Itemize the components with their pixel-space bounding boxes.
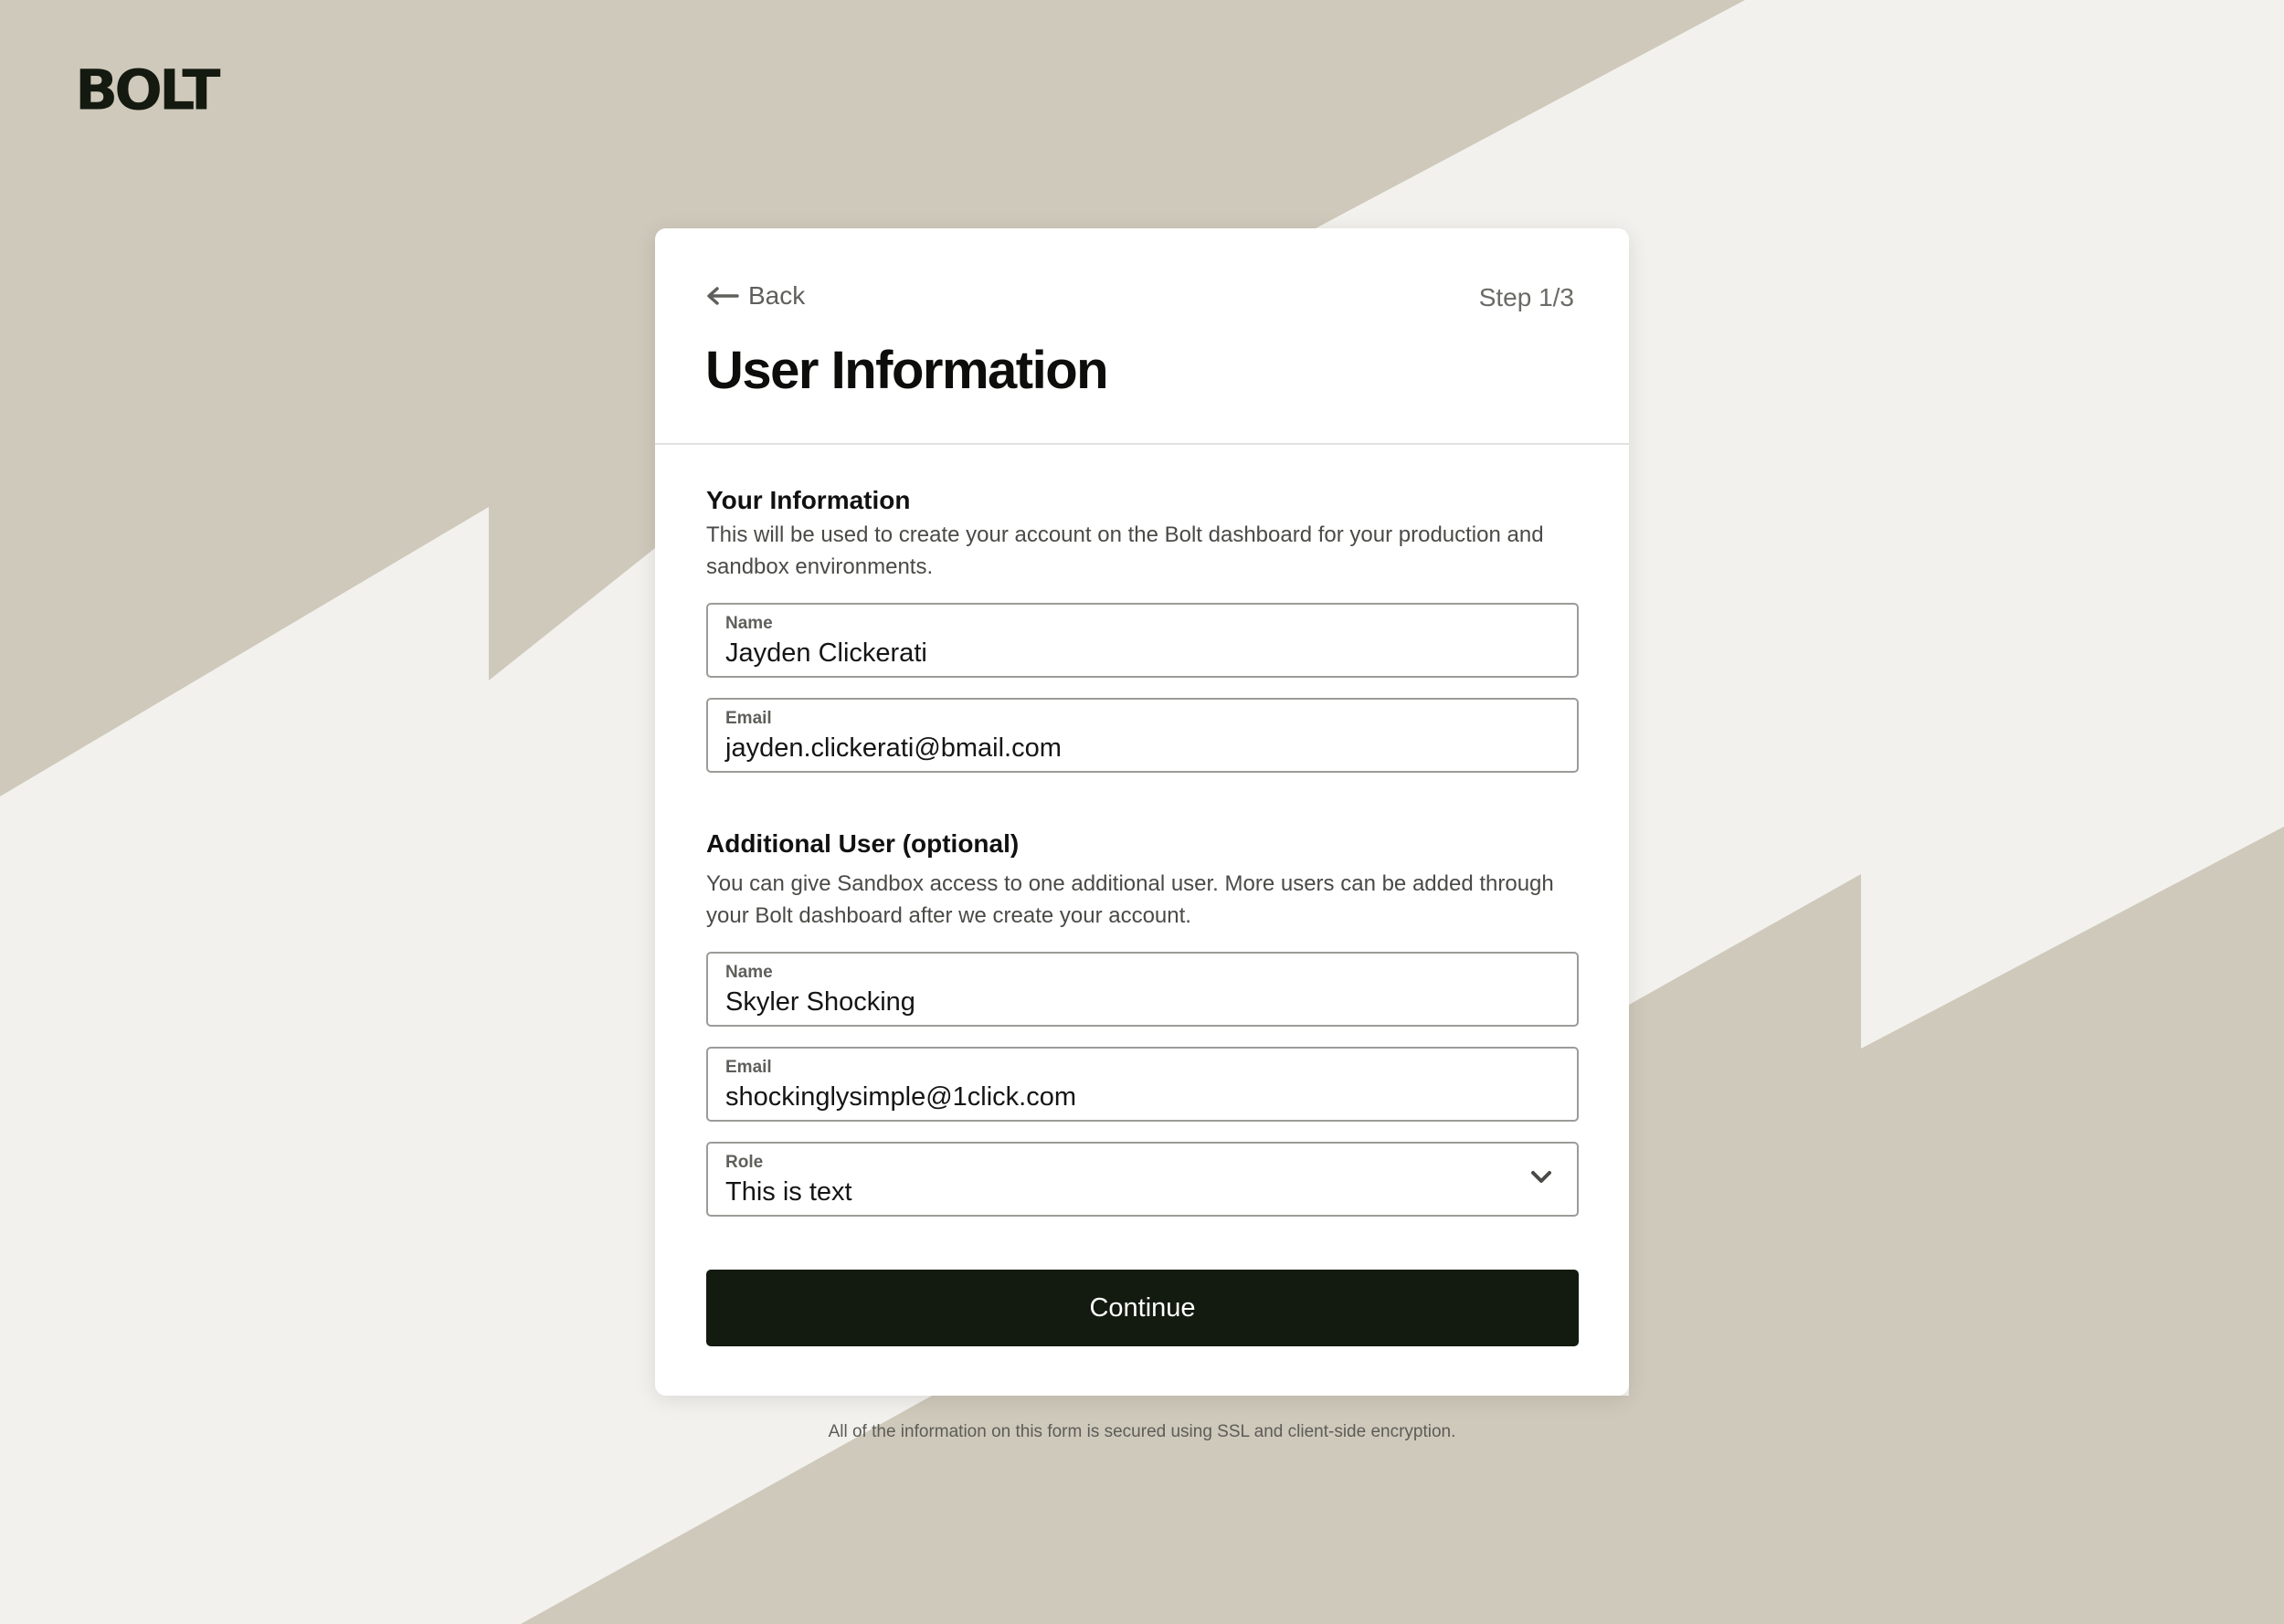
- additional-user-heading: Additional User (optional): [706, 829, 1020, 858]
- role-value: This is text: [725, 1177, 852, 1207]
- continue-button[interactable]: Continue: [706, 1270, 1579, 1346]
- card-header: Back Step 1/3 User Information: [655, 228, 1629, 445]
- back-button[interactable]: Back: [706, 281, 805, 311]
- role-label: Role: [725, 1153, 764, 1172]
- your-email-label: Email: [725, 709, 772, 728]
- step-indicator: Step 1/3: [1478, 283, 1574, 311]
- user-information-card: Back Step 1/3 User Information Your Info…: [655, 228, 1629, 1396]
- additional-email-field[interactable]: Email shockinglysimple@1click.com: [706, 1047, 1579, 1122]
- your-name-value: Jayden Clickerati: [725, 638, 927, 668]
- bolt-logo: BOLT: [75, 57, 220, 123]
- your-information-heading: Your Information: [706, 486, 911, 514]
- additional-name-label: Name: [725, 963, 773, 982]
- your-information-description: This will be used to create your account…: [706, 522, 1544, 579]
- security-note: All of the information on this form is s…: [828, 1422, 1456, 1441]
- role-select[interactable]: Role This is text: [706, 1142, 1579, 1217]
- additional-name-field[interactable]: Name Skyler Shocking: [706, 952, 1579, 1027]
- your-email-field[interactable]: Email jayden.clickerati@bmail.com: [706, 698, 1579, 773]
- additional-user-description: You can give Sandbox access to one addit…: [706, 871, 1554, 928]
- back-label: Back: [748, 281, 806, 310]
- additional-email-label: Email: [725, 1058, 772, 1077]
- chevron-down-icon[interactable]: [1529, 1169, 1553, 1186]
- page-title: User Information: [705, 341, 1109, 400]
- your-name-label: Name: [725, 614, 773, 633]
- arrow-left-icon: [707, 287, 739, 305]
- additional-name-value: Skyler Shocking: [725, 987, 915, 1017]
- your-email-value: jayden.clickerati@bmail.com: [725, 733, 1062, 763]
- additional-email-value: shockinglysimple@1click.com: [725, 1082, 1076, 1112]
- your-name-field[interactable]: Name Jayden Clickerati: [706, 603, 1579, 678]
